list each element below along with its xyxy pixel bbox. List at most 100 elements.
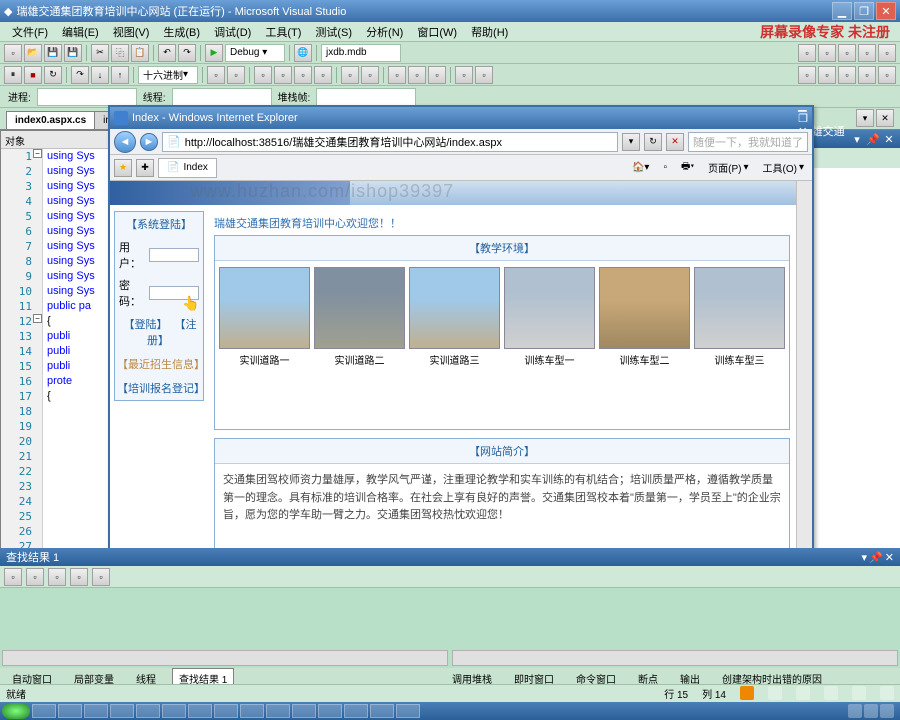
task-item[interactable]: [32, 704, 56, 718]
task-item[interactable]: [162, 704, 186, 718]
toolbar-icon[interactable]: ▫: [408, 66, 426, 84]
menu-debug[interactable]: 调试(D): [208, 22, 257, 42]
ie-scrollbar[interactable]: [796, 181, 812, 595]
pane-close-icon[interactable]: ✕: [882, 132, 896, 146]
task-item[interactable]: [188, 704, 212, 718]
gallery-image[interactable]: [314, 267, 405, 349]
toolbar-icon[interactable]: ▫: [475, 66, 493, 84]
tray-icon[interactable]: [796, 686, 810, 700]
redo-icon[interactable]: ↷: [178, 44, 196, 62]
tool-icon[interactable]: ▫: [798, 44, 816, 62]
step-out-icon[interactable]: ↑: [111, 66, 129, 84]
menu-help[interactable]: 帮助(H): [465, 22, 514, 42]
pane-pin-icon[interactable]: 📌: [866, 132, 880, 146]
task-item[interactable]: [266, 704, 290, 718]
toolbar-icon[interactable]: ▫: [878, 66, 896, 84]
find-tool-icon[interactable]: ▫: [26, 568, 44, 586]
menu-tools[interactable]: 工具(T): [259, 22, 307, 42]
tray-icon[interactable]: [864, 704, 878, 718]
toolbar-icon[interactable]: ▫: [274, 66, 292, 84]
toolbar-icon[interactable]: ▫: [818, 66, 836, 84]
forward-button[interactable]: ►: [140, 133, 158, 151]
tray-icon[interactable]: [768, 686, 782, 700]
favorites-icon[interactable]: ★: [114, 159, 132, 177]
maximize-button[interactable]: ❐: [854, 2, 874, 20]
tab-close-icon[interactable]: ✕: [876, 109, 894, 127]
toolbar-icon[interactable]: ▫: [314, 66, 332, 84]
tray-icon[interactable]: [880, 686, 894, 700]
close-button[interactable]: ✕: [876, 2, 896, 20]
task-item[interactable]: [136, 704, 160, 718]
pass-input[interactable]: [149, 286, 199, 300]
sidebar-link[interactable]: 【培训报名登记】: [117, 383, 205, 395]
gallery-image[interactable]: [219, 267, 310, 349]
gallery-image[interactable]: [694, 267, 785, 349]
find-tool-icon[interactable]: ▫: [4, 568, 22, 586]
task-item[interactable]: [370, 704, 394, 718]
add-favorite-icon[interactable]: ✚: [136, 159, 154, 177]
task-item[interactable]: [318, 704, 342, 718]
feed-icon[interactable]: ▫: [659, 160, 671, 175]
tool-icon[interactable]: ▫: [818, 44, 836, 62]
find-tool-icon[interactable]: ▫: [48, 568, 66, 586]
tray-icon[interactable]: [880, 704, 894, 718]
fold-icon[interactable]: −: [33, 314, 42, 323]
fold-icon[interactable]: −: [33, 149, 42, 158]
task-item[interactable]: [396, 704, 420, 718]
task-item[interactable]: [344, 704, 368, 718]
stop-icon[interactable]: ✕: [666, 133, 684, 151]
ie-tab[interactable]: 📄 Index: [158, 158, 217, 178]
find-tool-icon[interactable]: ▫: [92, 568, 110, 586]
step-into-icon[interactable]: ↓: [91, 66, 109, 84]
h-scrollbar[interactable]: [452, 650, 898, 666]
start-debug-icon[interactable]: ▶: [205, 44, 223, 62]
menu-edit[interactable]: 编辑(E): [56, 22, 105, 42]
toolbar-icon[interactable]: ▫: [361, 66, 379, 84]
cut-icon[interactable]: ✂: [91, 44, 109, 62]
toolbar-icon[interactable]: ▫: [858, 66, 876, 84]
pane-close-icon[interactable]: ✕: [885, 551, 894, 564]
toolbar-icon[interactable]: ▫: [254, 66, 272, 84]
user-input[interactable]: [149, 248, 199, 262]
page-menu[interactable]: 页面(P)▾: [704, 158, 752, 177]
ie-titlebar[interactable]: Index - Windows Internet Explorer ▁ ❐ ✕: [110, 107, 812, 129]
step-over-icon[interactable]: ↷: [71, 66, 89, 84]
stack-dropdown[interactable]: [316, 88, 416, 106]
start-button[interactable]: [2, 703, 30, 719]
task-item[interactable]: [292, 704, 316, 718]
ie-maximize-button[interactable]: ❐: [798, 112, 808, 125]
menu-window[interactable]: 窗口(W): [411, 22, 463, 42]
stop-icon[interactable]: ■: [24, 66, 42, 84]
find-tool-icon[interactable]: ▫: [70, 568, 88, 586]
copy-icon[interactable]: ⿻: [111, 44, 129, 62]
task-item[interactable]: [240, 704, 264, 718]
open-icon[interactable]: 📂: [24, 44, 42, 62]
pane-pin-icon[interactable]: 📌: [869, 551, 883, 564]
toolbar-icon[interactable]: ▫: [428, 66, 446, 84]
db-dropdown[interactable]: jxdb.mdb: [321, 44, 401, 62]
back-button[interactable]: ◄: [114, 131, 136, 153]
tool-icon[interactable]: ▫: [858, 44, 876, 62]
tray-icon[interactable]: [852, 686, 866, 700]
hex-dropdown[interactable]: 十六进制 ▾: [138, 66, 198, 84]
search-input[interactable]: 随便一下，我就知道了: [688, 132, 808, 152]
tool-icon[interactable]: ▫: [878, 44, 896, 62]
tools-menu[interactable]: 工具(O)▾: [759, 158, 808, 177]
url-input[interactable]: 📄 http://localhost:38516/瑞雄交通集团教育培训中心网站/…: [162, 132, 618, 152]
browser-icon[interactable]: 🌐: [294, 44, 312, 62]
toolbar-icon[interactable]: ▫: [455, 66, 473, 84]
task-item[interactable]: [58, 704, 82, 718]
h-scrollbar[interactable]: [2, 650, 448, 666]
tool-icon[interactable]: ▫: [838, 44, 856, 62]
save-all-icon[interactable]: 💾: [64, 44, 82, 62]
new-icon[interactable]: ▫: [4, 44, 22, 62]
undo-icon[interactable]: ↶: [158, 44, 176, 62]
url-dropdown-icon[interactable]: ▾: [622, 133, 640, 151]
refresh-icon[interactable]: ↻: [644, 133, 662, 151]
task-item[interactable]: [84, 704, 108, 718]
tray-icon[interactable]: [848, 704, 862, 718]
toolbar-icon[interactable]: ▫: [294, 66, 312, 84]
save-icon[interactable]: 💾: [44, 44, 62, 62]
menu-view[interactable]: 视图(V): [107, 22, 156, 42]
restart-icon[interactable]: ↻: [44, 66, 62, 84]
